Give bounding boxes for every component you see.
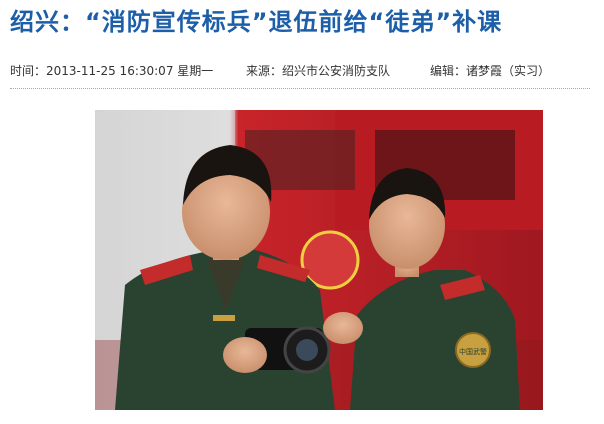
photo-illustration: 中国武警 (95, 110, 543, 410)
meta-divider (10, 88, 590, 89)
article-headline: 绍兴：“消防宣传标兵”退伍前给“徒弟”补课 (10, 8, 503, 36)
badge-text: 中国武警 (459, 347, 487, 356)
article-photo[interactable]: 中国武警 (95, 110, 543, 410)
article-source: 来源：绍兴市公安消防支队 (246, 64, 391, 78)
fire-emblem-icon (300, 230, 360, 290)
publish-time: 时间：2013-11-25 16:30:07 星期一 (10, 64, 214, 78)
article-editor: 编辑：诸梦霞（实习） (430, 64, 551, 78)
